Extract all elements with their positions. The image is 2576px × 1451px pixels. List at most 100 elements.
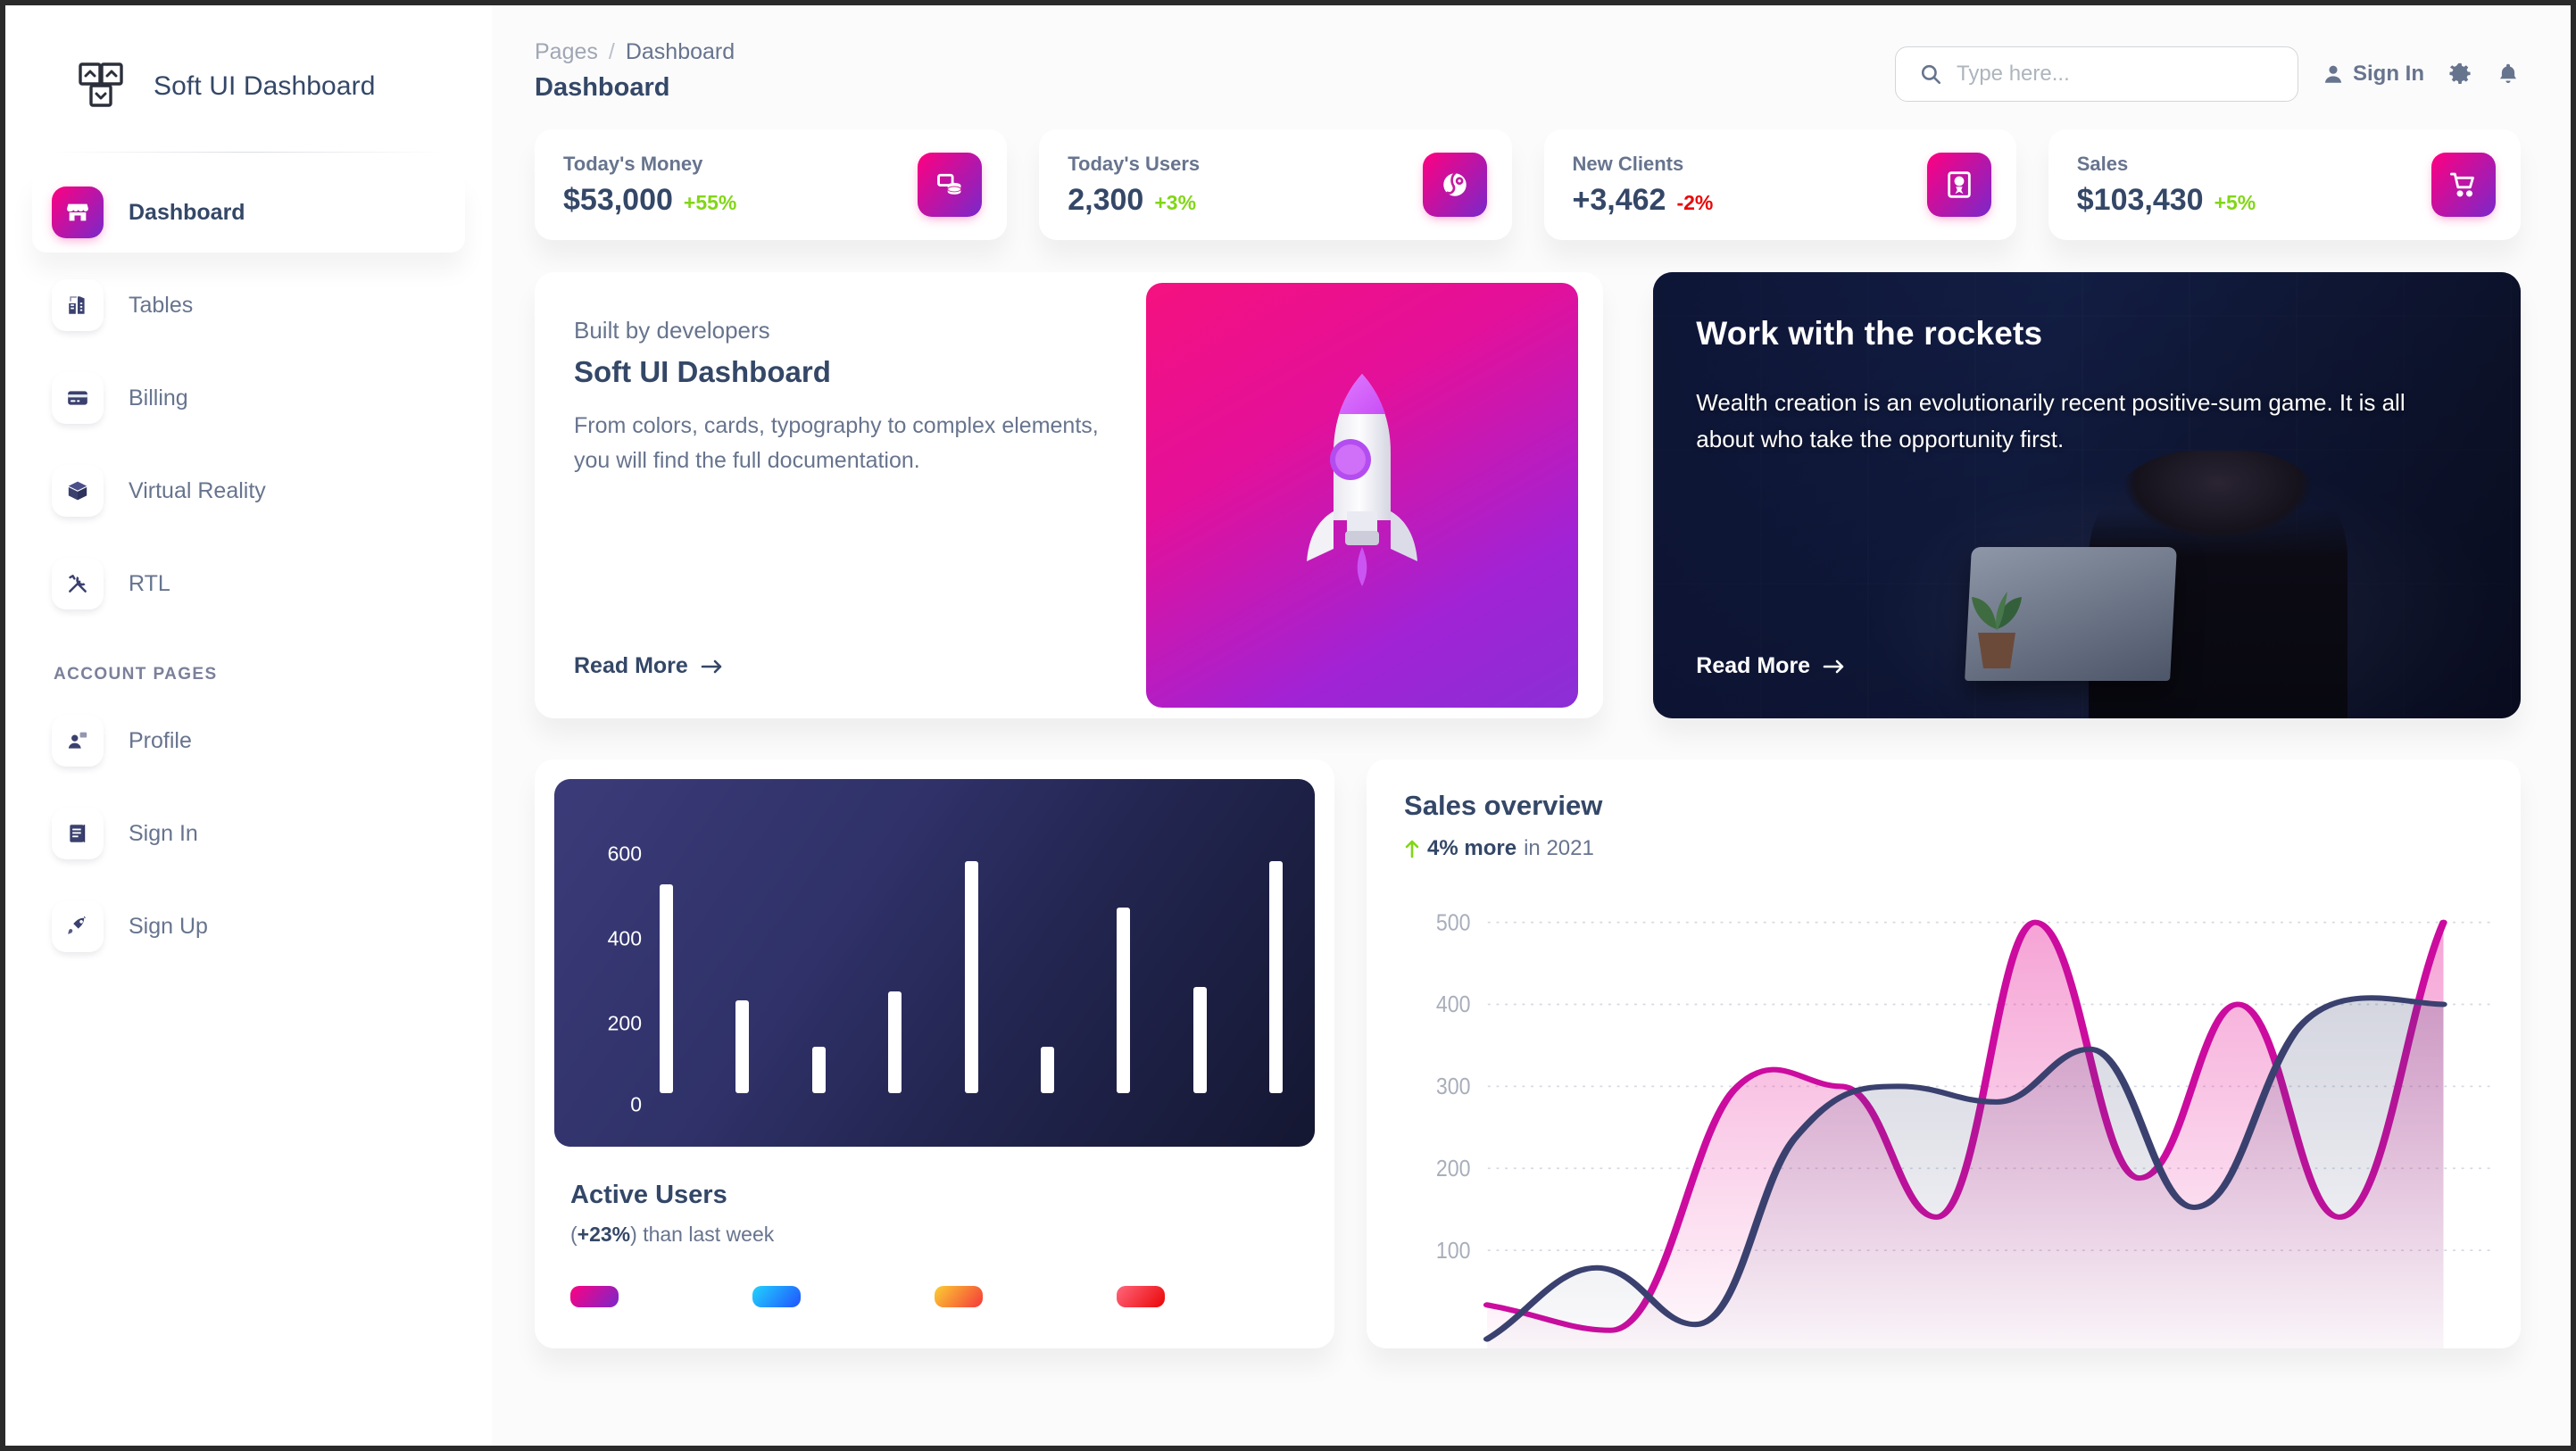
bottom-row: 600 400 200 0 Active Users (+23%) than l… [492,718,2571,1348]
sign-in-button[interactable]: Sign In [2322,62,2424,87]
sidebar-item-label: Profile [129,727,192,753]
breadcrumb-block: Pages / Dashboard Dashboard [535,39,735,103]
stat-card-todays-money[interactable]: Today's Money $53,000 +55% [535,129,1008,240]
stat-delta: +5% [2214,190,2256,214]
dark-card-body: Wealth creation is an evolutionarily rec… [1696,389,2406,452]
money-stack-icon [918,153,983,217]
promo-eyebrow: Built by developers [574,317,770,344]
sidebar-item-label: RTL [129,570,170,596]
stat-text: Today's Users 2,300 +3% [1068,153,1200,218]
office-icon [52,279,104,331]
sidebar: Soft UI Dashboard Dashboard Tables Billi… [5,5,492,1446]
brand-name: Soft UI Dashboard [154,71,376,101]
sign-in-label: Sign In [2353,62,2424,86]
sidebar-item-profile[interactable]: Profile [32,701,465,781]
stat-text: Today's Money $53,000 +55% [563,153,736,218]
svg-text:400: 400 [1436,992,1471,1018]
breadcrumb-current: Dashboard [625,39,735,64]
credit-card-icon [52,372,104,424]
breadcrumb-parent[interactable]: Pages [535,39,598,65]
breadcrumb-separator: / [608,39,615,64]
soft-ui-logo-icon [75,59,130,114]
sidebar-item-label: Sign In [129,820,198,846]
stat-text: Sales $103,430 +5% [2077,153,2256,218]
sales-period: in 2021 [1524,836,1594,860]
sidebar-item-sign-up[interactable]: Sign Up [32,886,465,966]
sidebar-nav: Dashboard Tables Billing Virtual Reality… [5,153,492,966]
dark-card-content: Work with the rockets Wealth creation is… [1653,272,2521,718]
search-icon [1919,62,1942,86]
stat-delta: -2% [1676,190,1714,214]
sidebar-item-dashboard[interactable]: Dashboard [32,172,465,253]
stat-label: New Clients [1572,152,1684,175]
stat-value: $103,430 [2076,182,2204,217]
read-more-link[interactable]: Read More [574,653,1110,679]
stat-label: Sales [2076,152,2129,175]
promo-body: From colors, cards, typography to comple… [574,413,1099,473]
page-title: Dashboard [535,73,670,102]
chip-items [1117,1286,1166,1307]
promo-heading: Soft UI Dashboard [574,355,831,388]
breadcrumb: Pages / Dashboard [535,39,735,65]
document-icon [52,808,104,859]
stat-value: 2,300 [1068,182,1144,217]
dashboard-page: Soft UI Dashboard Dashboard Tables Billi… [5,5,2571,1446]
arrow-right-icon [701,658,724,676]
contact-card-icon [1926,153,1991,217]
svg-text:100: 100 [1436,1239,1471,1264]
sales-overview-heading: Sales overview [1404,790,1603,821]
bar [888,991,902,1093]
stat-label: Today's Users [1068,152,1201,175]
svg-text:300: 300 [1436,1074,1471,1100]
bar [660,884,673,1093]
sidebar-item-virtual-reality[interactable]: Virtual Reality [32,451,465,531]
rocket-icon [52,900,104,952]
bell-icon[interactable] [2496,62,2521,87]
top-navbar: Pages / Dashboard Dashboard Type here...… [492,5,2571,103]
bar [1117,907,1131,1093]
brand[interactable]: Soft UI Dashboard [5,5,492,114]
read-more-label: Read More [574,653,688,678]
read-more-label: Read More [1696,653,1811,678]
bar [1269,861,1283,1093]
sidebar-item-billing[interactable]: Billing [32,358,465,438]
settings-tools-icon [52,558,104,609]
active-users-delta: (+23%) [570,1223,637,1246]
read-more-link-dark[interactable]: Read More [1696,653,2481,679]
stat-card-sales[interactable]: Sales $103,430 +5% [2048,129,2521,240]
stat-card-new-clients[interactable]: New Clients +3,462 -2% [1543,129,2016,240]
sidebar-item-tables[interactable]: Tables [32,265,465,345]
bar-series [660,815,1283,1093]
main-content: Pages / Dashboard Dashboard Type here...… [492,5,2571,1446]
chip-sales [935,1286,984,1307]
stat-value-row: $103,430 +5% [2077,183,2256,218]
stat-delta: +3% [1154,190,1197,214]
search-input[interactable] [1957,62,2274,87]
sidebar-item-label: Billing [129,385,188,410]
arrow-right-icon [1823,658,1846,676]
stat-cards-row: Today's Money $53,000 +55% Today's Users… [492,103,2571,240]
stat-value-row: $53,000 +55% [563,183,736,218]
sales-overview-line-chart: 500 400 300 200 100 [1384,895,2505,1348]
sidebar-item-sign-in[interactable]: Sign In [32,793,465,874]
y-tick-label: 600 [607,842,642,866]
sales-overview-subtitle: 4% more in 2021 [1404,836,2499,861]
user-icon [2322,62,2345,86]
active-users-bar-chart: 600 400 200 0 [554,779,1316,1147]
sidebar-section-title: ACCOUNT PAGES [54,665,218,684]
bar [811,1046,826,1093]
stat-text: New Clients +3,462 -2% [1573,153,1714,218]
sidebar-item-rtl[interactable]: RTL [32,543,465,624]
stat-value-row: 2,300 +3% [1068,183,1200,218]
stat-card-todays-users[interactable]: Today's Users 2,300 +3% [1039,129,1512,240]
promo-copy: Built by developers Soft UI Dashboard Fr… [535,272,1146,718]
search-box[interactable] [1895,46,2298,102]
gear-icon[interactable] [2447,62,2472,87]
globe-icon [1422,153,1487,217]
sidebar-item-label: Sign Up [129,913,208,939]
stat-label: Today's Money [563,152,703,175]
y-tick-label: 0 [630,1092,642,1116]
box-3d-icon [52,465,104,517]
sales-delta: 4% more [1427,836,1517,860]
browser-frame: Soft UI Dashboard Dashboard Tables Billi… [0,0,2576,1451]
